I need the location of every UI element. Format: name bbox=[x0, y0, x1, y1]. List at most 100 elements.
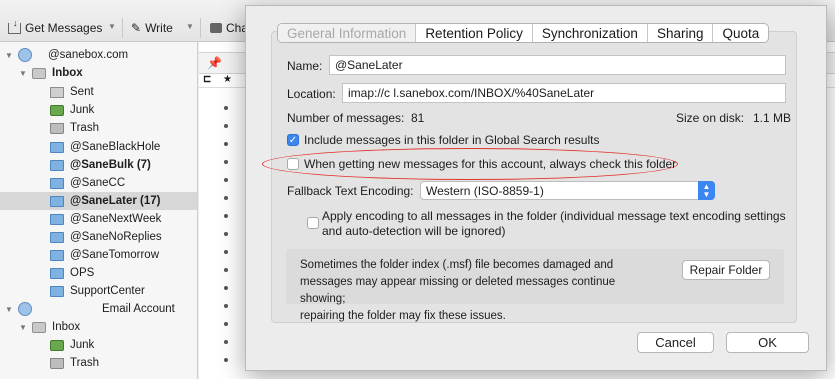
folder-item[interactable]: @SaneBulk (7) bbox=[0, 156, 197, 174]
folder-icon bbox=[50, 249, 64, 261]
message-read-dot[interactable] bbox=[224, 268, 228, 272]
apply-encoding-checkbox[interactable] bbox=[307, 217, 319, 229]
folder-item[interactable]: @SaneTomorrow bbox=[0, 246, 197, 264]
repair-text-line2: messages may appear missing or deleted m… bbox=[300, 276, 616, 305]
ok-button[interactable]: OK bbox=[726, 332, 809, 353]
repair-text-line3: repairing the folder may fix these issue… bbox=[300, 310, 506, 322]
repair-folder-button[interactable]: Repair Folder bbox=[682, 260, 770, 280]
folder-item[interactable]: Trash bbox=[0, 119, 197, 137]
cancel-button[interactable]: Cancel bbox=[637, 332, 714, 353]
repair-text-line1: Sometimes the folder index (.msf) file b… bbox=[300, 259, 614, 271]
folder-pane: ▼ @sanebox.com ▼ Inbox Sent Junk Trash @SaneBla… bbox=[0, 42, 198, 379]
chat-button[interactable]: Cha bbox=[210, 19, 248, 37]
folder-item[interactable]: @SaneNextWeek bbox=[0, 210, 197, 228]
folder-item[interactable]: ▼ @sanebox.com bbox=[0, 46, 197, 64]
tab-retention-policy[interactable]: Retention Policy bbox=[415, 24, 532, 42]
repair-info-text: Sometimes the folder index (.msf) file b… bbox=[300, 257, 660, 325]
get-messages-dropdown-icon[interactable]: ▼ bbox=[108, 22, 116, 31]
location-label: Location: bbox=[287, 87, 336, 101]
message-read-dot[interactable] bbox=[224, 340, 228, 344]
message-read-dot[interactable] bbox=[224, 142, 228, 146]
get-messages-label: Get Messages bbox=[25, 21, 103, 35]
folder-label: @SaneNoReplies bbox=[70, 231, 162, 243]
folder-label: Inbox bbox=[52, 321, 81, 333]
global-search-checkbox[interactable]: ✓ bbox=[287, 134, 299, 146]
folder-label: @SaneNextWeek bbox=[70, 213, 162, 225]
disclosure-triangle-icon[interactable]: ▼ bbox=[4, 51, 14, 60]
folder-item[interactable]: Junk bbox=[0, 101, 197, 119]
message-read-dot[interactable] bbox=[224, 286, 228, 290]
folder-item[interactable]: ▼ Inbox bbox=[0, 318, 197, 336]
folder-item[interactable]: SupportCenter bbox=[0, 282, 197, 300]
fallback-encoding-select[interactable]: Western (ISO-8859-1) ▲ ▼ bbox=[420, 181, 715, 200]
folder-icon bbox=[50, 267, 64, 279]
name-field[interactable]: @SaneLater bbox=[329, 55, 786, 75]
thread-column-icon[interactable]: ⊏ bbox=[203, 74, 211, 85]
junk-icon bbox=[50, 339, 64, 351]
folder-item[interactable]: Sent bbox=[0, 83, 197, 101]
folder-icon bbox=[50, 195, 64, 207]
folder-item[interactable]: @SaneNoReplies bbox=[0, 228, 197, 246]
message-read-dot[interactable] bbox=[224, 160, 228, 164]
get-messages-button[interactable]: ↓ Get Messages bbox=[8, 18, 103, 37]
folder-label: @sanebox.com bbox=[48, 49, 129, 61]
download-icon: ↓ bbox=[8, 18, 21, 34]
fallback-encoding-value: Western (ISO-8859-1) bbox=[426, 183, 544, 198]
apply-encoding-label-line1: Apply encoding to all messages in the fo… bbox=[322, 209, 786, 223]
folder-icon bbox=[50, 141, 64, 153]
folder-label: @SaneBulk (7) bbox=[70, 159, 151, 171]
always-check-checkbox[interactable] bbox=[287, 158, 299, 170]
tab-synchronization[interactable]: Synchronization bbox=[531, 24, 647, 42]
name-label: Name: bbox=[287, 59, 323, 73]
message-read-dot[interactable] bbox=[224, 322, 228, 326]
trash-icon bbox=[50, 122, 64, 134]
fallback-encoding-label: Fallback Text Encoding: bbox=[287, 184, 414, 198]
folder-label: Junk bbox=[70, 339, 95, 351]
folder-item[interactable]: @SaneLater (17) bbox=[0, 192, 197, 210]
write-dropdown-icon[interactable]: ▼ bbox=[186, 22, 194, 31]
messages-count-value: 81 bbox=[411, 111, 425, 125]
message-read-dot[interactable] bbox=[224, 178, 228, 182]
folder-item[interactable]: Junk bbox=[0, 336, 197, 354]
message-read-dot[interactable] bbox=[224, 250, 228, 254]
message-read-dot[interactable] bbox=[224, 304, 228, 308]
folder-label: OPS bbox=[70, 267, 95, 279]
star-column-icon[interactable]: ★ bbox=[223, 74, 232, 85]
account-icon bbox=[18, 302, 32, 316]
account-icon bbox=[18, 48, 32, 62]
folder-label: Trash bbox=[70, 122, 99, 134]
tab-general-information[interactable]: General Information bbox=[278, 24, 416, 42]
folder-item[interactable]: ▼ Email Account bbox=[0, 300, 197, 318]
folder-item[interactable]: @SaneCC bbox=[0, 174, 197, 192]
message-read-dot[interactable] bbox=[224, 358, 228, 362]
size-on-disk-value: 1.1 MB bbox=[753, 111, 792, 125]
folder-label: Email Account bbox=[102, 303, 175, 315]
pin-icon[interactable]: 📌 bbox=[207, 56, 222, 70]
pencil-icon: ✎ bbox=[131, 21, 142, 35]
folder-label: @SaneTomorrow bbox=[70, 249, 160, 261]
folder-label: Sent bbox=[70, 86, 94, 98]
message-read-dot[interactable] bbox=[224, 106, 228, 110]
message-read-dot[interactable] bbox=[224, 196, 228, 200]
folder-icon bbox=[50, 213, 64, 225]
tab-bar: General Information Retention Policy Syn… bbox=[277, 23, 770, 43]
disclosure-triangle-icon[interactable]: ▼ bbox=[18, 323, 28, 332]
message-read-dot[interactable] bbox=[224, 214, 228, 218]
folder-icon bbox=[50, 285, 64, 297]
inbox-icon bbox=[32, 321, 46, 333]
message-read-dot[interactable] bbox=[224, 232, 228, 236]
toolbar-separator bbox=[122, 18, 123, 38]
disclosure-triangle-icon[interactable]: ▼ bbox=[4, 305, 14, 314]
tab-sharing[interactable]: Sharing bbox=[646, 24, 713, 42]
folder-item[interactable]: ▼ Inbox bbox=[0, 64, 197, 82]
folder-label: @SaneCC bbox=[70, 177, 126, 189]
location-field[interactable]: imap://c l.sanebox.com/INBOX/%40SaneLate… bbox=[342, 83, 786, 103]
folder-label: Inbox bbox=[52, 67, 83, 79]
message-read-dot[interactable] bbox=[224, 124, 228, 128]
folder-item[interactable]: OPS bbox=[0, 264, 197, 282]
folder-item[interactable]: Trash bbox=[0, 354, 197, 372]
folder-item[interactable]: @SaneBlackHole bbox=[0, 138, 197, 156]
tab-quota[interactable]: Quota bbox=[712, 24, 768, 42]
disclosure-triangle-icon[interactable]: ▼ bbox=[18, 69, 28, 78]
write-button[interactable]: ✎ Write bbox=[131, 19, 173, 37]
